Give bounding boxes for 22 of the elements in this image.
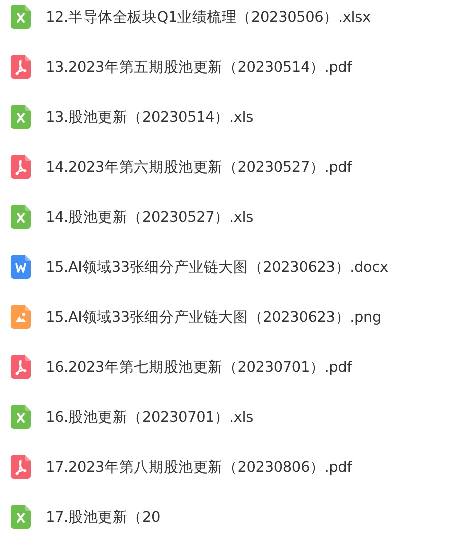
file-name[interactable]: 15.AI领域33张细分产业链大图（20230623）.docx (46, 258, 388, 276)
spreadsheet-file-icon (11, 505, 31, 529)
file-name[interactable]: 14.2023年第六期股池更新（20230527）.pdf (46, 158, 352, 176)
spreadsheet-file-icon (11, 105, 31, 129)
pdf-file-icon (11, 455, 31, 479)
spreadsheet-file-icon (11, 205, 31, 229)
file-name[interactable]: 13.股池更新（20230514）.xls (46, 108, 254, 126)
spreadsheet-file-icon (11, 405, 31, 429)
file-name[interactable]: 13.2023年第五期股池更新（20230514）.pdf (46, 58, 352, 76)
file-name[interactable]: 15.AI领域33张细分产业链大图（20230623）.png (46, 308, 382, 326)
file-name[interactable]: 14.股池更新（20230527）.xls (46, 208, 254, 226)
file-name[interactable]: 12.半导体全板块Q1业绩梳理（20230506）.xlsx (46, 8, 371, 26)
spreadsheet-file-icon (11, 5, 31, 29)
pdf-file-icon (11, 155, 31, 179)
image-file-icon (11, 305, 31, 329)
document-file-icon (11, 255, 31, 279)
file-name[interactable]: 16.2023年第七期股池更新（20230701）.pdf (46, 358, 352, 376)
file-name[interactable]: 17.股池更新（20 (46, 508, 161, 526)
file-name[interactable]: 17.2023年第八期股池更新（20230806）.pdf (46, 458, 352, 476)
pdf-file-icon (11, 355, 31, 379)
pdf-file-icon (11, 55, 31, 79)
file-name[interactable]: 16.股池更新（20230701）.xls (46, 408, 254, 426)
